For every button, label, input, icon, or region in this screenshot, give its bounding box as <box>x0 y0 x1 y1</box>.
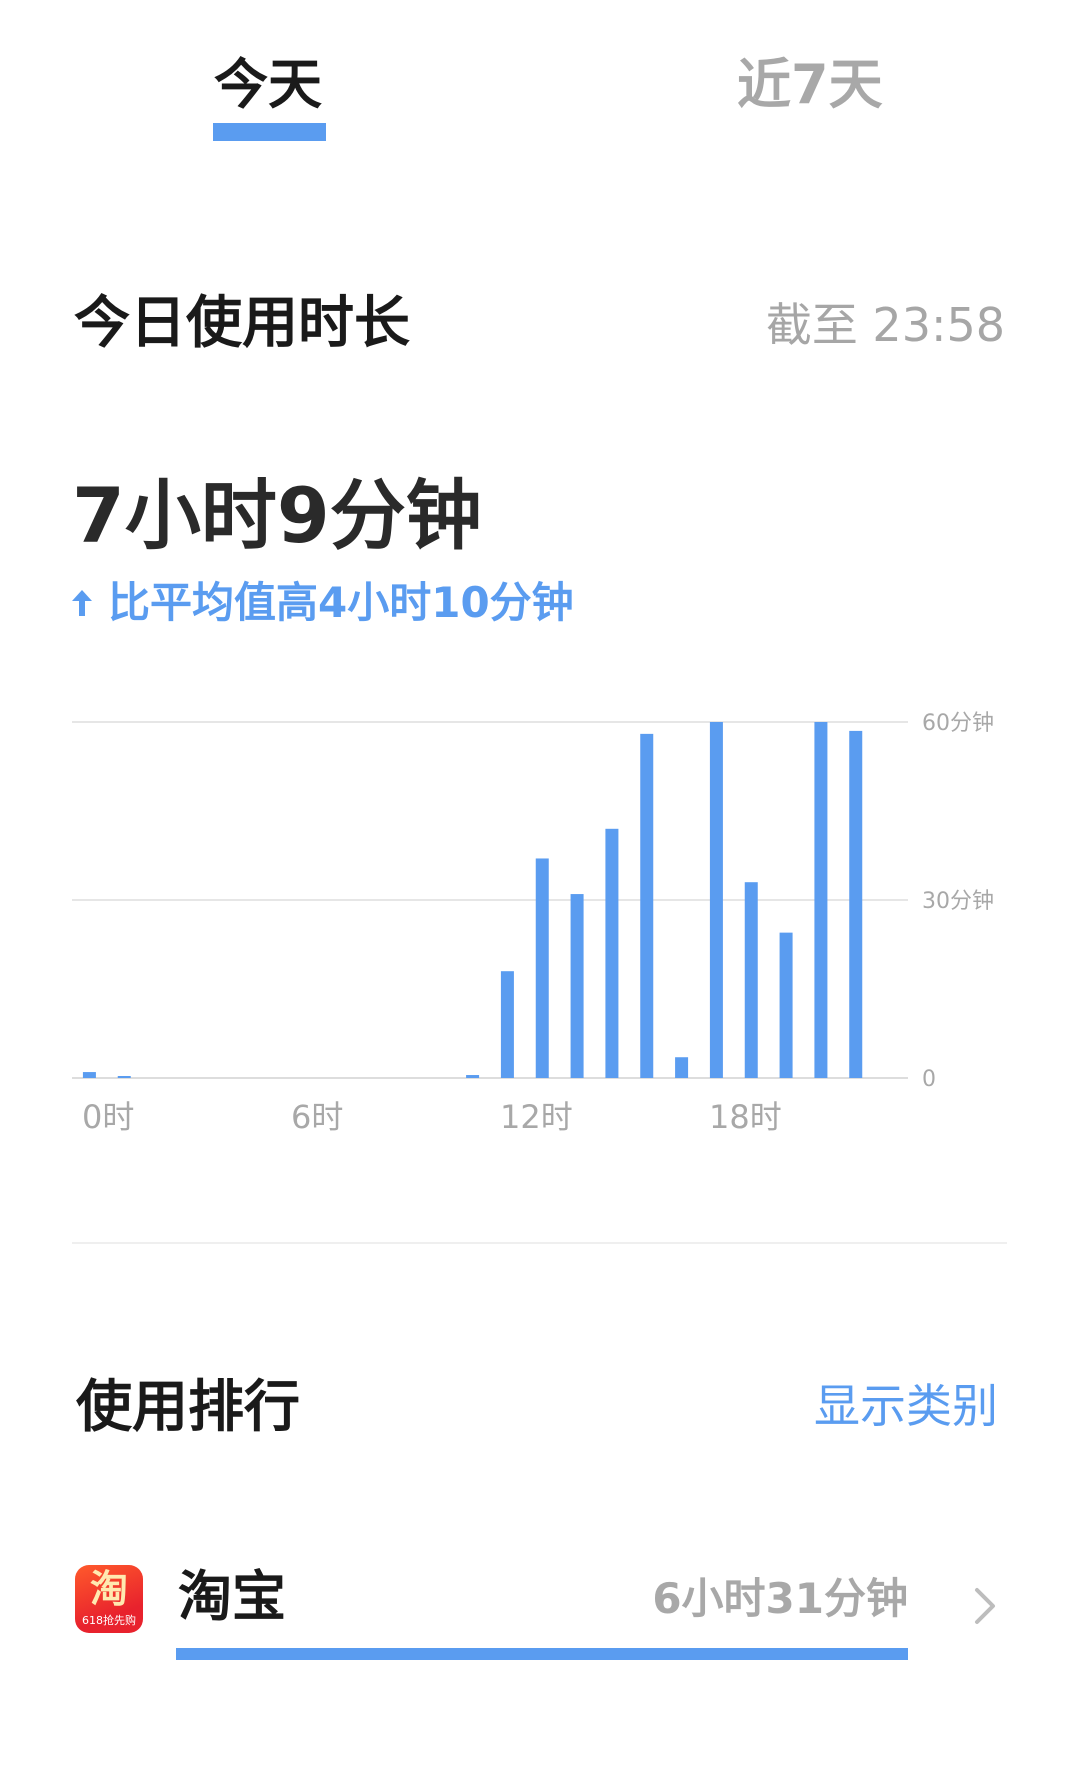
chart-bar <box>500 971 514 1078</box>
chart-x-tick-label: 6时 <box>291 1098 343 1136</box>
chart-x-tick-label: 18时 <box>709 1098 782 1136</box>
app-duration: 6小时31分钟 <box>652 1574 908 1623</box>
tab-last-7-days[interactable]: 近7天 <box>737 58 883 112</box>
chart-bar <box>849 730 863 1078</box>
chart-y-tick-label: 0 <box>922 1067 936 1092</box>
chart-bar <box>640 733 654 1078</box>
chart-bar <box>744 882 758 1078</box>
chart-x-tick-label: 0时 <box>82 1098 134 1136</box>
usage-section-title: 今日使用时长 <box>74 291 410 356</box>
average-comparison-text: 比平均值高4小时10分钟 <box>108 578 574 627</box>
chart-bar <box>535 858 549 1078</box>
chevron-right-icon <box>975 1588 995 1624</box>
ranking-section-title: 使用排行 <box>76 1375 300 1440</box>
chart-bar <box>814 722 828 1078</box>
as-of-time: 截至 23:58 <box>765 298 1005 352</box>
chart-y-tick-label: 30分钟 <box>922 889 994 914</box>
app-icon-promo: 618抢先购 <box>82 1614 136 1627</box>
app-icon-glyph: 淘 <box>89 1567 128 1611</box>
chart-bar <box>709 722 723 1078</box>
hourly-usage-chart: 60分钟 30分钟 0 0时 6时 12时 18时 <box>72 711 994 1136</box>
chart-bar <box>779 932 793 1078</box>
average-comparison: 比平均值高4小时10分钟 <box>70 582 574 624</box>
chart-y-tick-label: 60分钟 <box>922 711 994 736</box>
chart-bar <box>605 828 619 1078</box>
app-usage-bar-fill <box>176 1648 908 1660</box>
chart-x-tick-label: 12时 <box>500 1098 573 1136</box>
chart-bar <box>675 1057 689 1078</box>
arrow-up-icon <box>72 590 92 616</box>
app-name: 淘宝 <box>178 1565 286 1628</box>
total-usage-time: 7小时9分钟 <box>72 471 482 560</box>
chart-bar <box>466 1075 480 1078</box>
chart-bar <box>570 894 584 1078</box>
active-tab-indicator <box>213 123 326 141</box>
tab-today[interactable]: 今天 <box>214 58 322 112</box>
show-category-button[interactable]: 显示类别 <box>814 1383 998 1429</box>
chart-bar <box>117 1076 131 1078</box>
section-divider <box>72 1242 1007 1244</box>
taobao-app-icon: 淘 618抢先购 <box>75 1565 143 1633</box>
app-usage-bar <box>176 1648 908 1660</box>
app-usage-row[interactable]: 淘 618抢先购 淘宝 6小时31分钟 <box>0 1540 1080 1680</box>
chart-bar <box>82 1072 96 1078</box>
